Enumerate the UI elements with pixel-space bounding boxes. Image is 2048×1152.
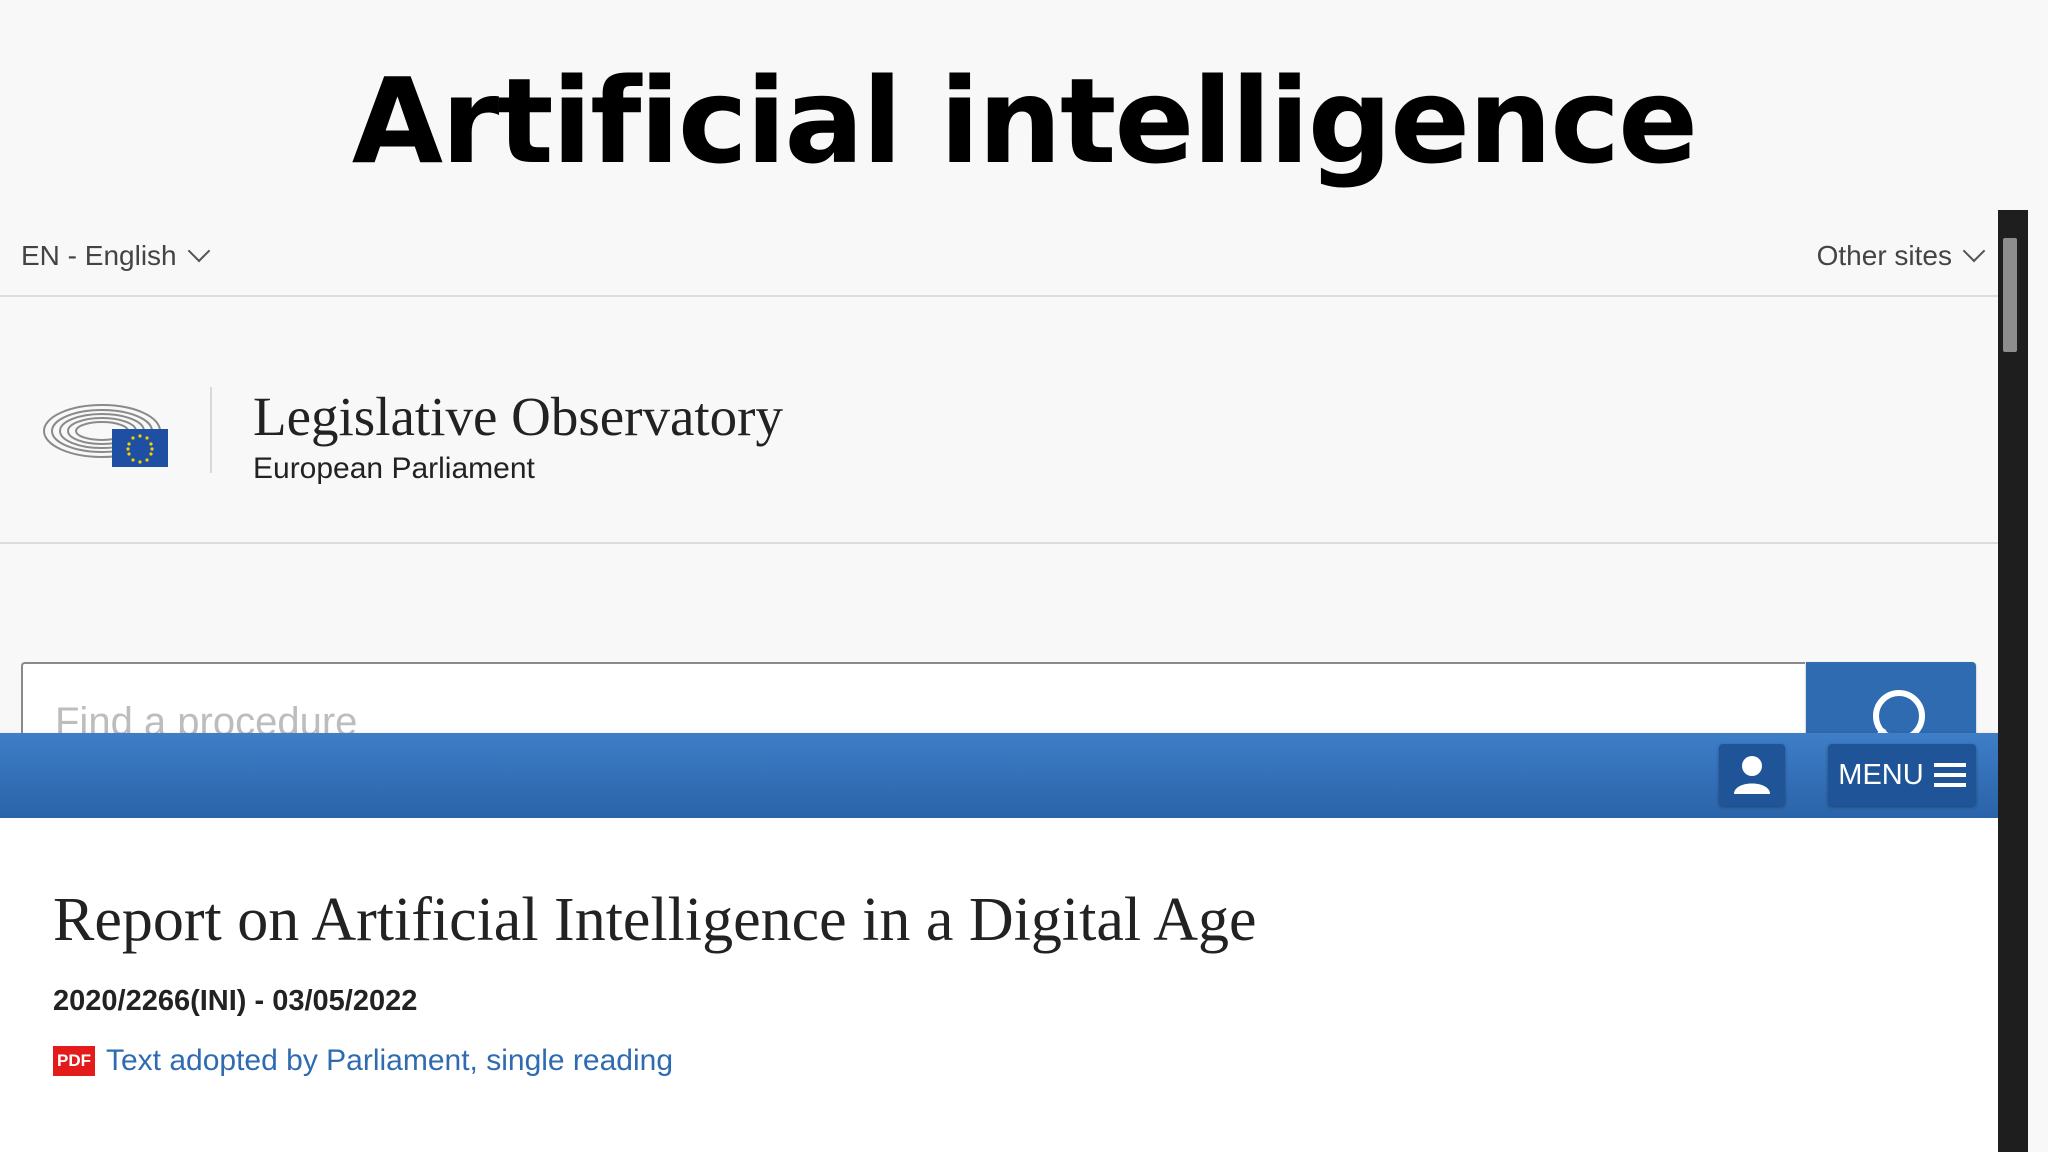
user-icon [1734,756,1770,794]
logo-divider [210,387,212,473]
chevron-down-icon [187,239,210,263]
procedure-reference: 2020/2266(INI) - 03/05/2022 [53,985,418,1017]
menu-button[interactable]: MENU [1828,744,1976,806]
pdf-icon[interactable]: PDF [53,1046,95,1076]
language-label: EN - English [21,240,177,271]
browser-viewport: EN - English Other sites Legislative Obs… [0,210,1998,1152]
report-title: Report on Artificial Intelligence in a D… [53,886,1257,954]
other-sites-dropdown[interactable]: Other sites [1816,239,1986,272]
hamburger-icon [1933,763,1966,787]
language-selector[interactable]: EN - English [21,239,210,272]
scrollbar[interactable] [1998,210,2028,1152]
procedure-content: Report on Artificial Intelligence in a D… [0,818,1998,1152]
top-bar: EN - English Other sites [0,210,1998,297]
scroll-thumb[interactable] [2003,238,2017,352]
adopted-text-link[interactable]: Text adopted by Parliament, single readi… [106,1044,673,1078]
main-navbar: MENU [0,733,1998,818]
user-account-button[interactable] [1719,744,1785,806]
menu-label: MENU [1838,758,1924,791]
chevron-down-icon [1962,239,1986,263]
eu-parliament-logo-icon[interactable] [40,397,170,469]
site-title[interactable]: Legislative Observatory [253,385,783,448]
slide-title: Artificial intelligence [351,52,1698,190]
site-header: Legislative Observatory European Parliam… [0,297,1998,786]
site-subtitle: European Parliament [253,452,535,485]
other-sites-label: Other sites [1816,240,1952,271]
